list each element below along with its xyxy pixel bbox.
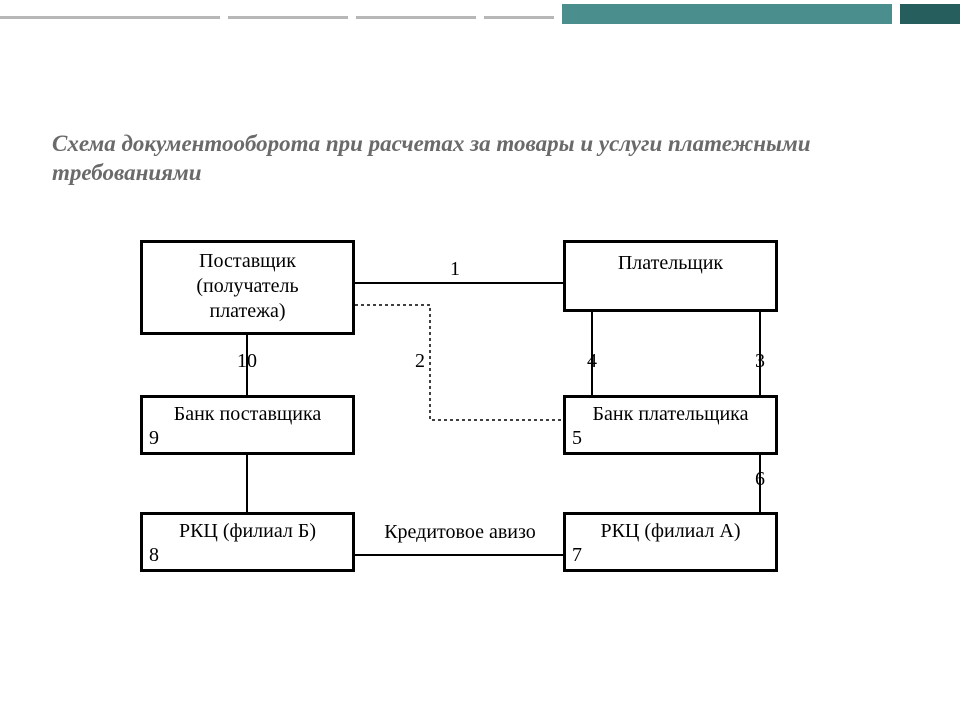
node-rkc-b-line1: РКЦ (филиал Б) [143,519,352,544]
node-supplier-line1: Поставщик [143,249,352,274]
edge-label-6: 6 [750,468,770,491]
node-rkc-a: РКЦ (филиал А) 7 [563,512,778,572]
node-supplier-line3: платежа) [143,299,352,324]
corner-label-5: 5 [572,427,582,450]
edge-label-1: 1 [445,258,465,281]
node-bank-payer-line1: Банк плательщика [566,402,775,427]
node-bank-payer: Банк плательщика 5 [563,395,778,455]
diagram-canvas: Поставщик (получатель платежа) Плательщи… [0,0,960,720]
edge-label-credit-aviso: Кредитовое авизо [360,521,560,544]
node-payer-line1: Плательщик [566,251,775,276]
corner-label-8: 8 [149,544,159,567]
edge-label-2: 2 [410,350,430,373]
node-payer: Плательщик [563,240,778,312]
edge-label-4: 4 [582,350,602,373]
node-rkc-b: РКЦ (филиал Б) 8 [140,512,355,572]
node-supplier-line2: (получатель [143,274,352,299]
edge-label-3: 3 [750,350,770,373]
connectors [0,0,960,720]
node-rkc-a-line1: РКЦ (филиал А) [566,519,775,544]
corner-label-9: 9 [149,427,159,450]
corner-label-7: 7 [572,544,582,567]
edge-label-10: 10 [232,350,262,373]
node-bank-supplier-line1: Банк поставщика [143,402,352,427]
node-supplier: Поставщик (получатель платежа) [140,240,355,335]
node-bank-supplier: Банк поставщика 9 [140,395,355,455]
